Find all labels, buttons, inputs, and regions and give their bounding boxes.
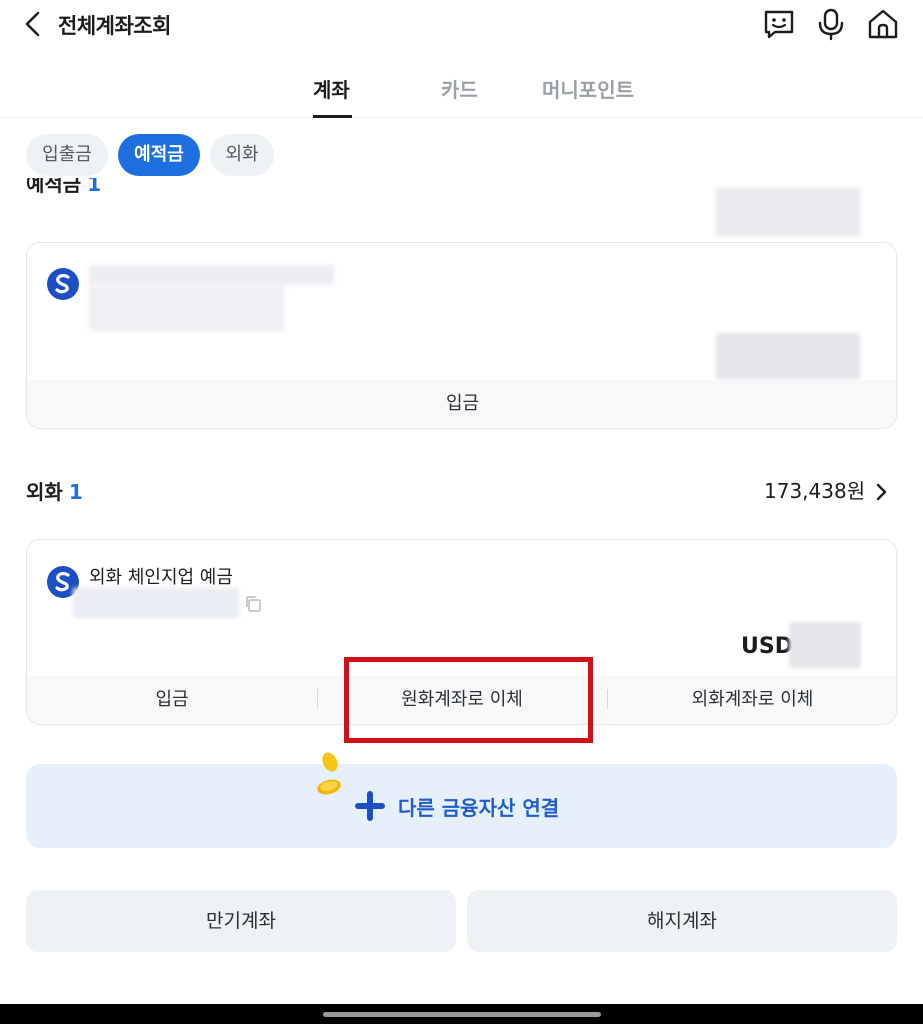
page-title: 전체계좌조회: [58, 14, 171, 38]
fx-total-amount: 173,438원: [764, 479, 866, 503]
coins-icon: [317, 752, 341, 795]
fx-balance-amount-masked: [789, 622, 861, 668]
plus-icon: [355, 791, 385, 821]
fx-card-footer: 입금 원화계좌로 이체 외화계좌로 이체: [27, 676, 896, 724]
filter-chip-savings[interactable]: 예적금: [118, 134, 200, 176]
savings-account-number-masked: [89, 285, 285, 331]
chatbot-icon: [764, 10, 794, 39]
fx-section-count: 1: [68, 480, 83, 504]
savings-section-label: 예적금: [26, 178, 82, 196]
main-tabs: 계좌 카드 머니포인트: [0, 60, 923, 118]
link-other-assets-button[interactable]: 다른 금융자산 연결: [26, 752, 897, 848]
fx-section-label: 외화: [26, 480, 63, 504]
active-tab-indicator: [313, 115, 352, 118]
shinhan-bank-logo-icon: [47, 268, 79, 300]
savings-account-name-masked: [89, 265, 334, 285]
fx-section-title: 외화 1: [26, 476, 83, 505]
savings-deposit-button[interactable]: 입금: [27, 380, 896, 428]
fx-account-name: 외화 체인지업 예금: [89, 567, 233, 588]
link-other-assets-label: 다른 금융자산 연결: [398, 796, 560, 820]
savings-section-title: 예적금 1: [26, 178, 101, 202]
fx-balance-currency: USD: [741, 634, 793, 659]
fx-deposit-button[interactable]: 입금: [27, 676, 317, 724]
savings-section-count: 1: [87, 178, 102, 196]
fx-account-card[interactable]: 외화 체인지업 예금 USD 입금 원화계좌로 이체 외화계좌로 이체: [26, 539, 897, 725]
closed-accounts-button[interactable]: 해지계좌: [467, 890, 897, 952]
home-button[interactable]: [865, 6, 901, 42]
back-button[interactable]: [22, 10, 46, 38]
fx-total-link[interactable]: 173,438원: [764, 475, 888, 504]
system-navigation-bar: [0, 1004, 923, 1024]
tab-accounts[interactable]: 계좌: [313, 74, 350, 103]
filter-chip-foreign-currency[interactable]: 외화: [210, 134, 274, 176]
tab-cards[interactable]: 카드: [441, 74, 478, 103]
voice-search-button[interactable]: [813, 6, 849, 42]
back-icon: [25, 11, 40, 37]
chevron-right-icon: [877, 483, 887, 501]
copy-icon[interactable]: [244, 595, 262, 613]
app-header: 전체계좌조회: [0, 0, 923, 50]
microphone-icon: [818, 8, 844, 41]
fx-account-number-masked: [73, 588, 239, 618]
transfer-to-fx-account-button[interactable]: 외화계좌로 이체: [607, 676, 896, 724]
gesture-handle[interactable]: [323, 1012, 601, 1017]
savings-balance-masked: [716, 333, 860, 379]
savings-account-card[interactable]: 입금: [26, 242, 897, 429]
chatbot-button[interactable]: [761, 6, 797, 42]
home-icon: [868, 9, 898, 39]
matured-accounts-button[interactable]: 만기계좌: [26, 890, 456, 952]
transfer-to-krw-account-button[interactable]: 원화계좌로 이체: [317, 676, 607, 724]
savings-card-footer: 입금: [27, 380, 896, 428]
filter-chip-checking[interactable]: 입출금: [26, 134, 108, 176]
savings-total-masked: [716, 188, 860, 236]
tab-money-points[interactable]: 머니포인트: [542, 74, 634, 103]
